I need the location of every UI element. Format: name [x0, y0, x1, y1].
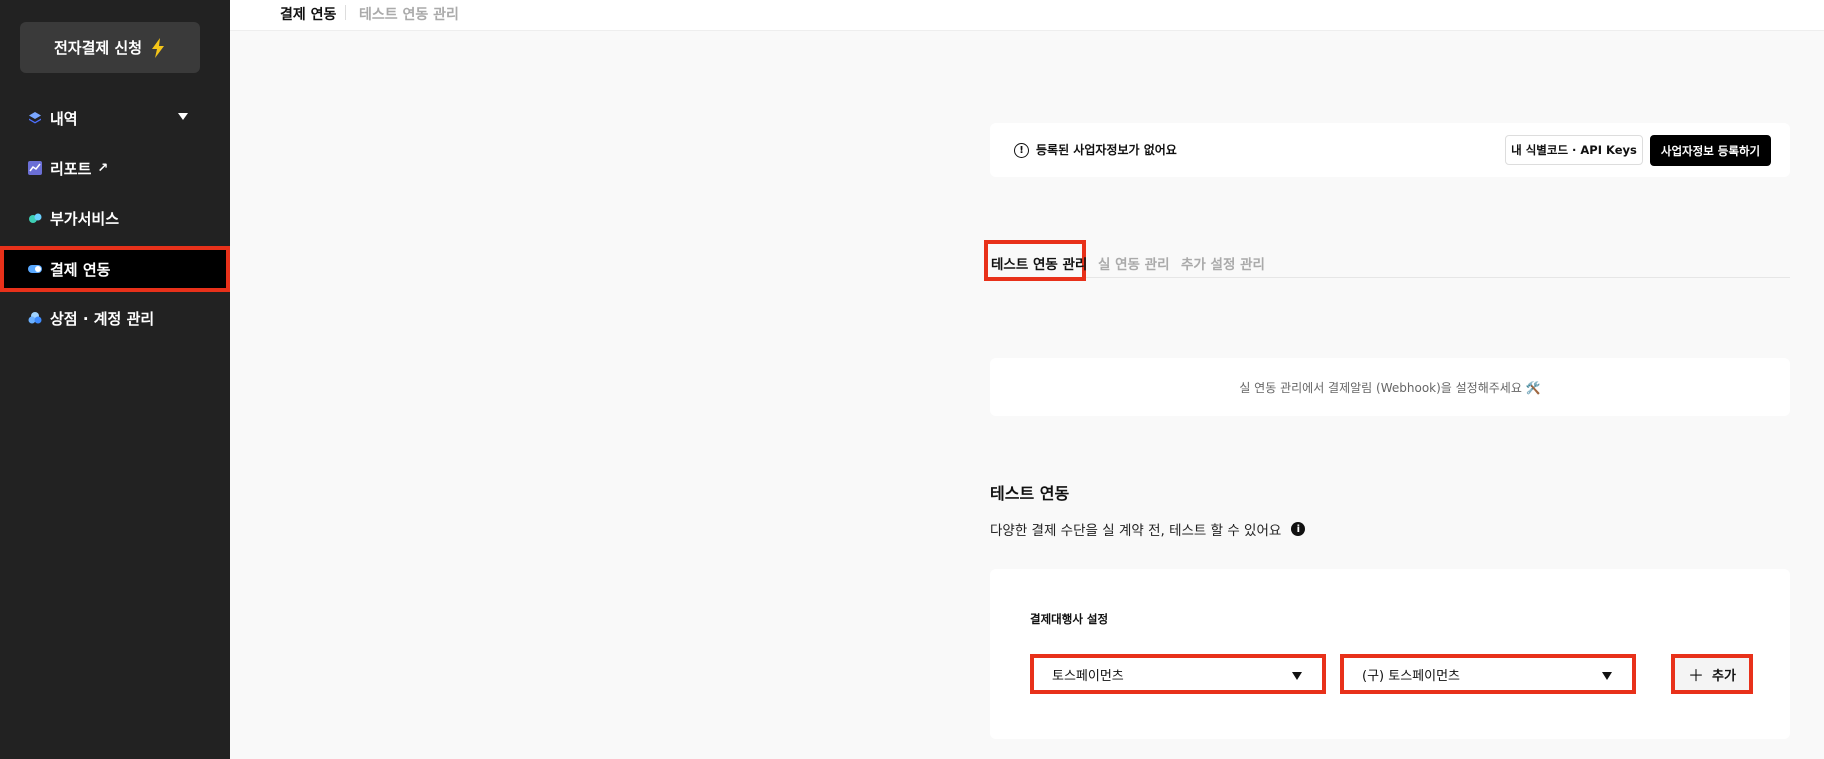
- pg-module-value: (구) 토스페이먼츠: [1362, 668, 1460, 684]
- pg-module-select[interactable]: (구) 토스페이먼츠: [1340, 654, 1636, 694]
- pg-provider-select[interactable]: 토스페이먼츠: [1030, 654, 1326, 694]
- sidebar-item-history[interactable]: 내역: [0, 97, 230, 139]
- webhook-notice: 실 연동 관리에서 결제알림 (Webhook)을 설정해주세요 🛠️: [990, 358, 1790, 416]
- dropdown-arrow-icon: [1292, 672, 1302, 680]
- pg-provider-value: 토스페이먼츠: [1052, 668, 1124, 684]
- layers-icon: [29, 112, 41, 124]
- notice-text: 등록된 사업자정보가 없어요: [1036, 143, 1177, 157]
- tab-additional-settings[interactable]: 추가 설정 관리: [1181, 253, 1265, 273]
- apply-payment-button[interactable]: 전자결제 신청: [20, 22, 200, 73]
- lightning-icon: [152, 37, 165, 58]
- add-pg-button[interactable]: ＋ 추가: [1671, 654, 1753, 694]
- cloud-icon: [28, 312, 42, 324]
- breadcrumb-sub[interactable]: 테스트 연동 관리: [359, 4, 459, 24]
- section-description: 다양한 결제 수단을 실 계약 전, 테스트 할 수 있어요 i: [990, 519, 1306, 539]
- apply-payment-label: 전자결제 신청: [53, 39, 143, 57]
- sparkle-icon: [29, 213, 42, 223]
- breadcrumb-divider: [345, 5, 346, 20]
- top-header: 결제 연동 테스트 연동 관리: [230, 0, 1824, 31]
- chart-icon: [28, 161, 42, 175]
- tab-test-integration[interactable]: 테스트 연동 관리: [991, 253, 1087, 273]
- alert-circle-icon: !: [1014, 143, 1029, 158]
- dropdown-arrow-icon: [1602, 672, 1612, 680]
- breadcrumb-current[interactable]: 결제 연동: [280, 4, 336, 24]
- tab-live-integration[interactable]: 실 연동 관리: [1098, 253, 1170, 273]
- info-icon[interactable]: i: [1291, 522, 1306, 536]
- webhook-notice-text: 실 연동 관리에서 결제알림 (Webhook)을 설정해주세요 🛠️: [1239, 380, 1541, 395]
- tabs-divider: [990, 277, 1790, 278]
- sidebar-item-label: 부가서비스: [50, 209, 120, 228]
- chevron-down-icon: [178, 113, 188, 120]
- sidebar-item-label: 내역: [50, 109, 78, 128]
- sidebar-item-report[interactable]: 리포트 ↗: [0, 147, 230, 189]
- sidebar: 전자결제 신청 내역 리포트 ↗ 부가서비스 결제 연동 상점 · 계정 관리: [0, 0, 230, 759]
- pg-settings-card: 결제대행사 설정 토스페이먼츠 (구) 토스페이먼츠 ＋ 추가: [990, 569, 1790, 739]
- plus-icon: ＋: [1688, 666, 1705, 685]
- sidebar-item-store-account[interactable]: 상점 · 계정 관리: [0, 297, 230, 339]
- sidebar-item-label: 리포트: [50, 159, 92, 178]
- sidebar-item-label: 결제 연동: [50, 260, 111, 279]
- business-info-notice: ! 등록된 사업자정보가 없어요 내 식별코드 · API Keys 사업자정보…: [990, 123, 1790, 177]
- sidebar-item-label: 상점 · 계정 관리: [50, 309, 155, 328]
- toggle-icon: [28, 265, 42, 273]
- external-link-icon: ↗: [97, 160, 109, 176]
- section-description-text: 다양한 결제 수단을 실 계약 전, 테스트 할 수 있어요: [990, 523, 1282, 539]
- pg-settings-label: 결제대행사 설정: [1030, 612, 1109, 626]
- sidebar-item-addons[interactable]: 부가서비스: [0, 197, 230, 239]
- section-title: 테스트 연동: [990, 484, 1070, 503]
- sidebar-item-payment-integration[interactable]: 결제 연동: [0, 246, 230, 292]
- api-keys-button[interactable]: 내 식별코드 · API Keys: [1505, 135, 1643, 165]
- add-pg-label: 추가: [1712, 668, 1736, 684]
- register-business-button[interactable]: 사업자정보 등록하기: [1650, 135, 1771, 166]
